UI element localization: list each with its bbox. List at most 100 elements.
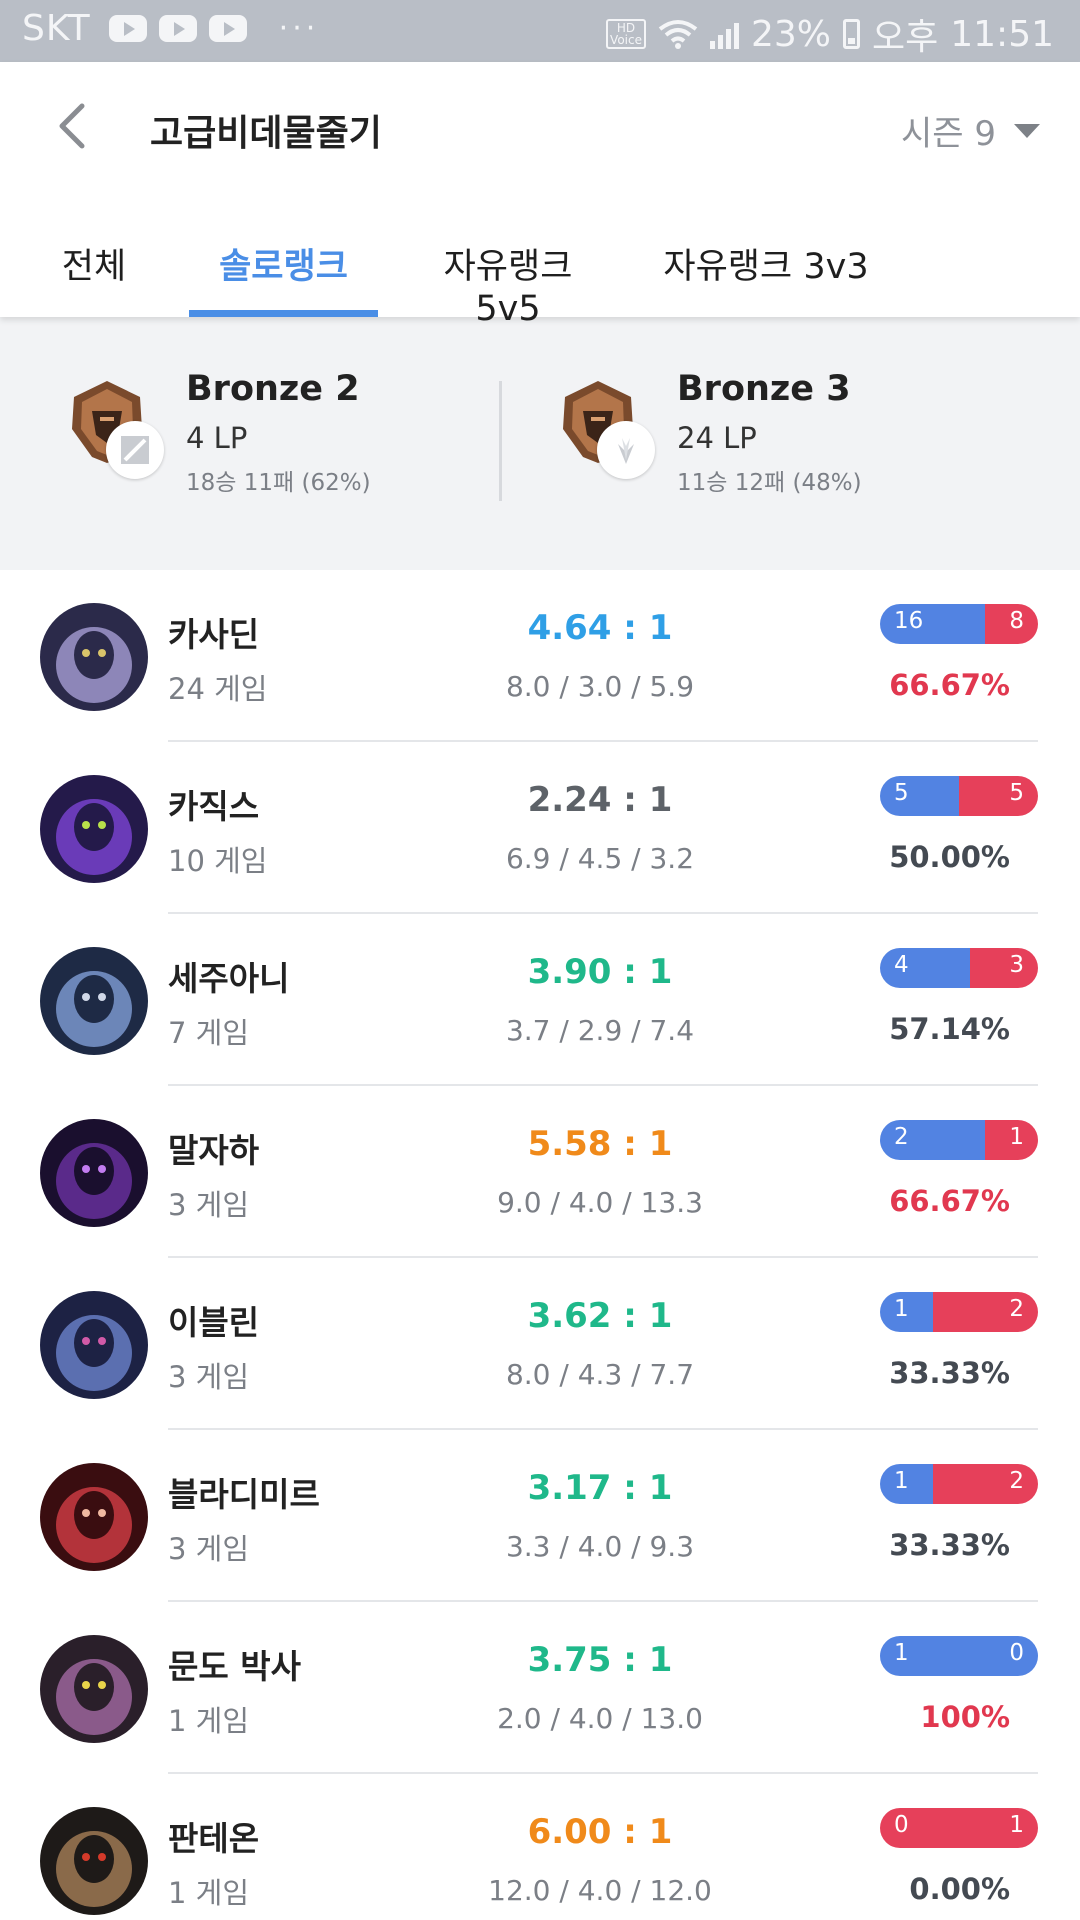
win-loss-bar: 12 bbox=[880, 1464, 1038, 1504]
champion-name: 문도 박사 bbox=[168, 1647, 301, 1686]
clock: 11:51 bbox=[950, 13, 1054, 55]
games-played: 24 게임 bbox=[168, 672, 268, 706]
champion-row[interactable]: 카직스 10 게임 2.24 : 1 6.9 / 4.5 / 3.2 5 5 50.00% bbox=[0, 742, 1080, 914]
champion-avatar bbox=[40, 1291, 148, 1399]
kda-detail: 6.9 / 4.5 / 3.2 bbox=[505, 842, 695, 875]
app-header: 고급비데물줄기 시즌 9 전체 솔로랭크 자유랭크 5v5 자유랭크 3v3 bbox=[0, 62, 1080, 329]
champion-avatar bbox=[40, 1463, 148, 1571]
champion-name: 이블린 bbox=[168, 1303, 260, 1342]
youtube-notification-icon bbox=[208, 15, 247, 42]
win-count: 5 bbox=[894, 780, 909, 806]
feather-icon bbox=[618, 438, 634, 464]
status-right: HD Voice 23% 오후 11:51 bbox=[606, 8, 1054, 60]
win-segment bbox=[880, 776, 959, 816]
queue-tabs: 전체 솔로랭크 자유랭크 5v5 자유랭크 3v3 bbox=[0, 224, 1080, 329]
tab-label: 솔로랭크 bbox=[219, 247, 348, 287]
tab-solo-rank[interactable]: 솔로랭크 bbox=[189, 224, 378, 317]
win-rate: 0.00% bbox=[909, 1872, 1010, 1906]
status-bar: SKT ··· HD Voice 23% 오후 11:51 bbox=[0, 0, 1080, 62]
win-rate: 50.00% bbox=[889, 840, 1010, 874]
win-loss-bar: 55 bbox=[880, 776, 1038, 816]
champion-row[interactable]: 말자하 3 게임 5.58 : 1 9.0 / 4.0 / 13.3 2 1 66.67% bbox=[0, 1086, 1080, 1258]
champion-name: 판테온 bbox=[168, 1819, 260, 1858]
tier-name: Bronze 2 bbox=[186, 369, 360, 409]
kda-ratio: 4.64 : 1 bbox=[527, 608, 673, 648]
loss-segment bbox=[959, 776, 1038, 816]
champion-portrait-icon bbox=[40, 947, 148, 1055]
champion-name: 카사딘 bbox=[168, 615, 260, 654]
games-played: 1 게임 bbox=[168, 1704, 250, 1738]
tab-label: 자유랭크 3v3 bbox=[663, 247, 869, 287]
wifi-icon bbox=[658, 20, 698, 49]
tab-all[interactable]: 전체 bbox=[52, 224, 136, 317]
kda-ratio: 3.75 : 1 bbox=[527, 1640, 673, 1680]
hd-voice-icon: HD Voice bbox=[606, 19, 646, 49]
champion-portrait-icon bbox=[40, 1635, 148, 1743]
divider bbox=[499, 381, 502, 501]
win-rate: 33.33% bbox=[889, 1356, 1010, 1390]
champion-portrait-icon bbox=[40, 603, 148, 711]
champion-row[interactable]: 판테온 1 게임 6.00 : 1 12.0 / 4.0 / 12.0 0 1 0.00% bbox=[0, 1774, 1080, 1920]
games-played: 1 게임 bbox=[168, 1876, 250, 1910]
champion-row[interactable]: 이블린 3 게임 3.62 : 1 8.0 / 4.3 / 7.7 1 2 33.33% bbox=[0, 1258, 1080, 1430]
games-played: 3 게임 bbox=[168, 1188, 250, 1222]
win-loss-bar: 21 bbox=[880, 1120, 1038, 1160]
champion-avatar bbox=[40, 1807, 148, 1915]
battery-icon bbox=[843, 19, 860, 49]
loss-count: 5 bbox=[1009, 780, 1024, 806]
win-count: 1 bbox=[894, 1296, 909, 1322]
kda-detail: 9.0 / 4.0 / 13.3 bbox=[497, 1186, 703, 1219]
kda-ratio: 5.58 : 1 bbox=[527, 1124, 673, 1164]
kda-detail: 12.0 / 4.0 / 12.0 bbox=[488, 1874, 712, 1907]
kda-ratio: 3.90 : 1 bbox=[527, 952, 673, 992]
loss-count: 1 bbox=[1009, 1124, 1024, 1150]
battery-percent: 23% bbox=[750, 13, 831, 55]
tab-flex-5v5[interactable]: 자유랭크 5v5 bbox=[408, 224, 608, 329]
win-count: 16 bbox=[894, 608, 924, 634]
voice-label: Voice bbox=[610, 33, 642, 47]
games-played: 7 게임 bbox=[168, 1016, 250, 1050]
tab-label: 자유랭크 5v5 bbox=[443, 247, 573, 329]
champion-row[interactable]: 카사딘 24 게임 4.64 : 1 8.0 / 3.0 / 5.9 16 8 66.67% bbox=[0, 570, 1080, 742]
champion-name: 세주아니 bbox=[168, 959, 290, 998]
loss-count: 2 bbox=[1009, 1468, 1024, 1494]
win-rate: 33.33% bbox=[889, 1528, 1010, 1562]
win-rate: 66.67% bbox=[889, 668, 1010, 702]
games-played: 10 게임 bbox=[168, 844, 268, 878]
champion-row[interactable]: 문도 박사 1 게임 3.75 : 1 2.0 / 4.0 / 13.0 1 0 100% bbox=[0, 1602, 1080, 1774]
champion-portrait-icon bbox=[40, 775, 148, 883]
kda-detail: 8.0 / 3.0 / 5.9 bbox=[505, 670, 695, 703]
loss-count: 0 bbox=[1009, 1640, 1024, 1666]
season-selector[interactable]: 시즌 9 bbox=[901, 106, 1040, 155]
champion-row[interactable]: 세주아니 7 게임 3.90 : 1 3.7 / 2.9 / 7.4 4 3 57.14% bbox=[0, 914, 1080, 1086]
tab-label: 전체 bbox=[61, 247, 127, 287]
carrier-label: SKT bbox=[22, 8, 91, 49]
win-count: 2 bbox=[894, 1124, 909, 1150]
loss-count: 3 bbox=[1009, 952, 1024, 978]
sword-icon bbox=[121, 436, 149, 464]
kda-ratio: 6.00 : 1 bbox=[527, 1812, 673, 1852]
win-loss-bar: 16 8 bbox=[880, 604, 1038, 644]
tier-record: 11승 12패 (48%) bbox=[677, 470, 862, 496]
win-rate: 100% bbox=[920, 1700, 1010, 1734]
champion-avatar bbox=[40, 775, 148, 883]
tab-flex-3v3[interactable]: 자유랭크 3v3 bbox=[662, 224, 870, 317]
champion-avatar bbox=[40, 947, 148, 1055]
champion-row[interactable]: 블라디미르 3 게임 3.17 : 1 3.3 / 4.0 / 9.3 1 2 33.33% bbox=[0, 1430, 1080, 1602]
back-button[interactable] bbox=[48, 100, 100, 152]
summoner-name: 고급비데물줄기 bbox=[150, 113, 382, 154]
season-label: 시즌 9 bbox=[901, 114, 996, 154]
win-rate: 66.67% bbox=[889, 1184, 1010, 1218]
champion-avatar bbox=[40, 1635, 148, 1743]
win-count: 0 bbox=[894, 1812, 909, 1838]
loss-count: 8 bbox=[1009, 608, 1024, 634]
tier-name: Bronze 3 bbox=[677, 369, 851, 409]
champion-portrait-icon bbox=[40, 1463, 148, 1571]
kda-detail: 3.7 / 2.9 / 7.4 bbox=[505, 1014, 695, 1047]
tier-lp: 24 LP bbox=[677, 421, 757, 455]
youtube-notification-icon bbox=[158, 15, 197, 42]
loss-count: 2 bbox=[1009, 1296, 1024, 1322]
win-count: 4 bbox=[894, 952, 909, 978]
loss-segment bbox=[970, 948, 1038, 988]
champion-portrait-icon bbox=[40, 1291, 148, 1399]
